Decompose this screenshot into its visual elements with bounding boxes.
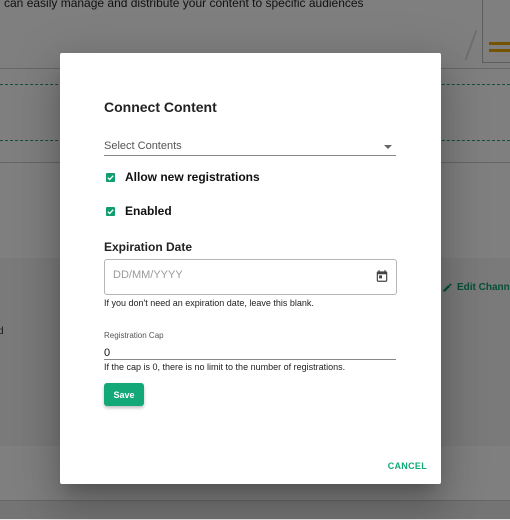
checkbox-checked[interactable] <box>106 206 115 216</box>
registration-cap-input[interactable] <box>104 347 396 359</box>
expiration-date-field[interactable] <box>104 259 397 295</box>
enabled-checkbox-row[interactable]: Enabled <box>106 204 172 218</box>
check-icon <box>107 174 114 180</box>
expiration-helper-text: If you don't need an expiration date, le… <box>104 298 314 308</box>
select-placeholder: Select Contents <box>104 140 182 152</box>
cancel-button[interactable]: CANCEL <box>388 461 427 471</box>
save-button[interactable]: Save <box>104 383 144 406</box>
connect-content-dialog: Connect Content Select Contents Allow ne… <box>60 53 441 484</box>
registration-cap-helper-text: If the cap is 0, there is no limit to th… <box>104 362 346 372</box>
registration-cap-field[interactable] <box>104 343 396 360</box>
allow-registrations-label: Allow new registrations <box>125 170 260 184</box>
checkbox-checked[interactable] <box>106 172 115 182</box>
caret-down-icon <box>384 145 392 149</box>
registration-cap-label: Registration Cap <box>104 331 164 340</box>
dialog-title: Connect Content <box>104 99 217 115</box>
enabled-label: Enabled <box>125 204 172 218</box>
calendar-icon[interactable] <box>375 269 389 283</box>
check-icon <box>107 208 114 214</box>
allow-registrations-checkbox-row[interactable]: Allow new registrations <box>106 170 260 184</box>
expiration-date-label: Expiration Date <box>104 240 193 254</box>
expiration-date-input[interactable] <box>113 269 343 281</box>
select-contents-dropdown[interactable]: Select Contents <box>104 137 396 156</box>
